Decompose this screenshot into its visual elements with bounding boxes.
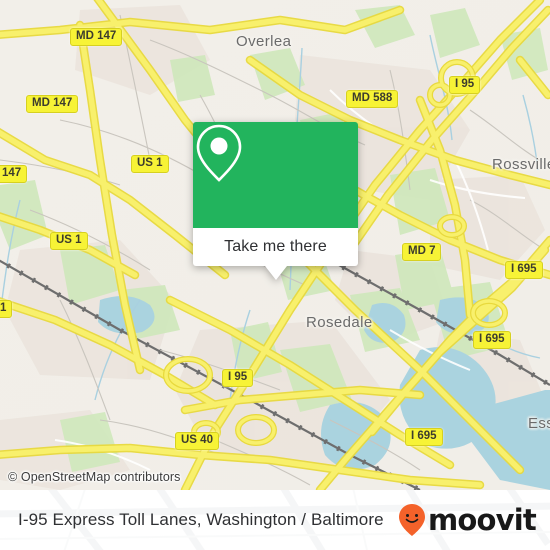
page-title: I-95 Express Toll Lanes, Washington / Ba… xyxy=(18,510,384,529)
road-shield-i695-south: I 695 xyxy=(405,428,443,446)
callout-image-area xyxy=(193,122,358,228)
road-shield-us40: US 40 xyxy=(175,432,219,450)
road-shield-i695-mid: I 695 xyxy=(473,331,511,349)
moovit-logo: moovit xyxy=(397,490,537,550)
road-shield-md588: MD 588 xyxy=(346,90,399,108)
callout-tail xyxy=(264,266,287,280)
take-me-there-label: Take me there xyxy=(224,238,327,255)
road-shield-md147-north: MD 147 xyxy=(70,28,123,46)
place-label-rossville: Rossville xyxy=(492,156,550,173)
moovit-wordmark: moovit xyxy=(428,502,537,537)
road-shield-i95-south: I 95 xyxy=(222,369,254,387)
map-canvas[interactable]: Overlea Rossville Rosedale Ess MD 147 MD… xyxy=(0,0,550,490)
place-label-essex: Ess xyxy=(528,415,550,432)
place-label-rosedale: Rosedale xyxy=(306,314,373,331)
road-shield-us1-lower: US 1 xyxy=(50,232,88,250)
road-shield-1-edge: 1 xyxy=(0,300,13,318)
moovit-smiley-pin-icon xyxy=(399,504,426,536)
road-shield-md147-west: MD 147 xyxy=(26,95,79,113)
road-shield-md7: MD 7 xyxy=(402,243,442,261)
place-label-overlea: Overlea xyxy=(236,33,292,50)
road-shield-i95-north: I 95 xyxy=(449,76,481,94)
road-shield-i695-east: I 695 xyxy=(505,261,543,279)
location-pin-icon xyxy=(196,124,242,182)
road-shield-147-edge: 147 xyxy=(0,165,28,183)
footer-bar: I-95 Express Toll Lanes, Washington / Ba… xyxy=(0,490,550,550)
callout-action-bar[interactable]: Take me there xyxy=(193,228,358,266)
road-shield-us1-upper: US 1 xyxy=(131,155,169,173)
moovit-map-screenshot: Overlea Rossville Rosedale Ess MD 147 MD… xyxy=(0,0,550,550)
take-me-there-callout[interactable]: Take me there xyxy=(193,122,358,280)
map-attribution: © OpenStreetMap contributors xyxy=(8,470,181,484)
